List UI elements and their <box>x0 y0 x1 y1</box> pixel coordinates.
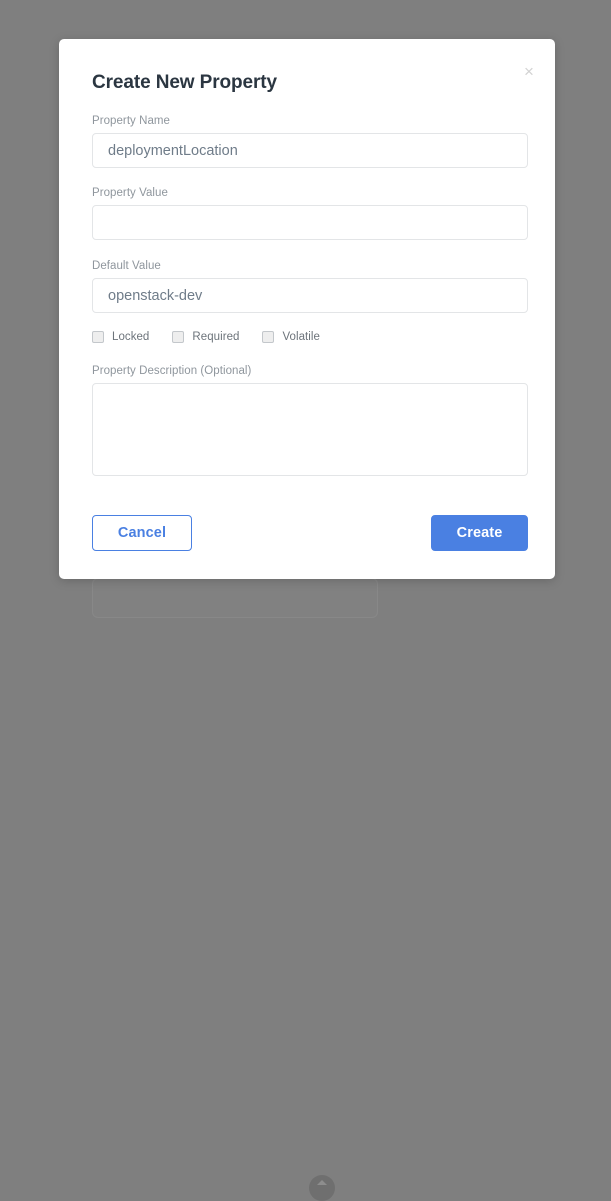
checkbox-group-required: Required <box>172 331 239 343</box>
property-description-label: Property Description (Optional) <box>92 365 252 377</box>
locked-checkbox[interactable] <box>92 331 104 343</box>
property-name-label: Property Name <box>92 115 170 127</box>
property-value-input[interactable] <box>92 205 528 240</box>
chevron-up-icon <box>317 1180 327 1185</box>
background-card <box>92 578 378 1201</box>
property-value-label: Property Value <box>92 187 168 199</box>
property-name-field: Property Name <box>92 114 528 168</box>
checkbox-group-volatile: Volatile <box>262 331 320 343</box>
locked-checkbox-label: Locked <box>112 331 150 343</box>
cancel-button[interactable]: Cancel <box>92 515 192 551</box>
volatile-checkbox[interactable] <box>262 331 275 343</box>
property-flags-row: Locked Required Volatile <box>92 331 528 343</box>
dialog-title: Create New Property <box>92 72 278 93</box>
property-description-textarea[interactable] <box>92 383 528 476</box>
default-value-field: Default Value <box>92 259 528 313</box>
default-value-input[interactable] <box>92 278 528 313</box>
required-checkbox-label: Required <box>192 331 240 343</box>
create-new-property-dialog: × Create New Property Property Name Prop… <box>59 39 555 579</box>
close-icon[interactable]: × <box>519 62 539 82</box>
dialog-footer: Cancel Create <box>92 515 528 551</box>
property-value-field: Property Value <box>92 186 528 240</box>
create-button[interactable]: Create <box>431 515 528 551</box>
checkbox-group-locked: Locked <box>92 331 149 343</box>
default-value-label: Default Value <box>92 260 161 272</box>
card-collapse-button[interactable] <box>309 1175 335 1201</box>
property-description-field: Property Description (Optional) <box>92 364 528 481</box>
volatile-checkbox-label: Volatile <box>282 331 320 343</box>
property-name-input[interactable] <box>92 133 528 168</box>
required-checkbox[interactable] <box>172 331 185 343</box>
